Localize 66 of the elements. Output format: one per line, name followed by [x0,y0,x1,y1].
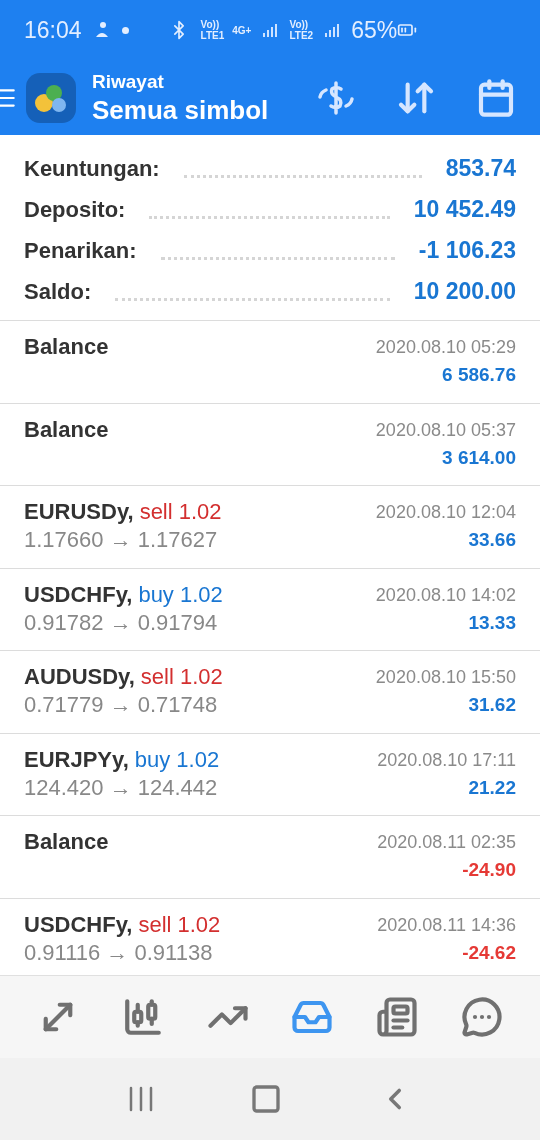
price-change: 124.420 → 124.442 [24,773,219,802]
trade-time: 2020.08.10 12:04 [375,501,516,524]
summary-label: Keuntungan: [24,155,160,183]
dot-icon [121,26,129,34]
balance-title: Balance [24,828,109,856]
history-row[interactable]: EURJPYy, buy 1.02 124.420 → 124.442 2020.08.10 17:11 21.22 [0,733,540,816]
network-label: 4G+ [232,23,252,38]
signal-icon [263,23,278,37]
header-subtitle: Riwayat [92,69,165,94]
balance-title: Balance [24,333,109,361]
lte-label: LTE1 [200,30,225,41]
balance-title: Balance [24,415,109,444]
summary-label: Saldo: [24,278,92,306]
summary-value: -1 106.23 [418,235,516,265]
trade-time: 2020.08.10 05:37 [375,418,516,442]
history-row[interactable]: EURUSDy, sell 1.02 1.17660 → 1.17627 2020.08.10 12:04 33.66 [0,486,540,569]
history-row[interactable]: AUDUSDy, sell 1.02 0.71779 → 0.71748 2020.08.10 15:50 31.62 [0,651,540,734]
signal-icon [325,23,340,37]
profit-value: 3 614.00 [442,445,516,470]
profit-value: -24.90 [462,858,516,882]
home-icon[interactable] [250,1083,282,1115]
trade-type: buy 1.02 [138,580,223,609]
symbol-name: EURJPYy, [24,745,129,774]
lte-label: LTE2 [289,30,314,41]
history-row[interactable]: Balance 2020.08.11 02:35 -24.90 [0,816,540,899]
calendar-icon[interactable] [476,77,516,118]
clock: 16:04 [24,15,82,45]
symbol-name: USDCHFy, [24,580,133,609]
summary-label: Penarikan: [24,237,137,265]
trade-type: sell 1.02 [140,663,223,691]
trade-time: 2020.08.10 14:02 [375,583,516,607]
symbol-name: EURUSDy, [24,498,134,526]
price-change: 0.91116 → 0.91138 [24,938,214,967]
volte-label: Vo)) [200,19,220,30]
history-row[interactable]: USDCHFy, buy 1.02 0.91782 → 0.91794 2020.08.10 14:02 13.33 [0,568,540,651]
symbol-name: AUDUSDy, [24,663,135,691]
trade-type: sell 1.02 [139,498,222,526]
recent-apps-icon[interactable] [128,1086,154,1112]
summary-label: Deposito: [24,196,126,224]
summary-value: 853.74 [445,153,516,183]
app-logo-icon[interactable] [26,72,76,123]
volte-label: Vo)) [289,19,309,30]
trade-type: sell 1.02 [138,910,221,939]
profit-value: 33.66 [468,528,516,552]
price-change: 0.71779 → 0.71748 [24,691,219,719]
price-change: 0.91782 → 0.91794 [24,608,219,637]
currency-exchange-icon[interactable] [316,79,356,116]
trade-time: 2020.08.11 14:36 [377,913,516,937]
battery-percent: 65% [351,15,398,45]
trade-time: 2020.08.10 15:50 [375,666,516,689]
profit-value: 13.33 [468,610,516,635]
profit-value: 21.22 [468,775,516,800]
history-row[interactable]: Balance 2020.08.10 05:29 6 586.76 [0,321,540,404]
summary-value: 10 200.00 [413,276,516,306]
trade-time: 2020.08.10 05:29 [375,336,516,359]
summary-value: 10 452.49 [413,194,516,224]
price-change: 1.17660 → 1.17627 [24,526,219,554]
history-row[interactable]: Balance 2020.08.10 05:37 3 614.00 [0,403,540,486]
trade-type: buy 1.02 [134,745,220,774]
header-title: Semua simbol [92,93,269,126]
profit-value: -24.62 [462,940,516,965]
profit-value: 31.62 [468,693,516,717]
symbol-name: USDCHFy, [24,910,133,939]
trade-time: 2020.08.11 02:35 [377,831,516,854]
trade-time: 2020.08.10 17:11 [377,748,516,772]
profit-value: 6 586.76 [442,363,516,387]
